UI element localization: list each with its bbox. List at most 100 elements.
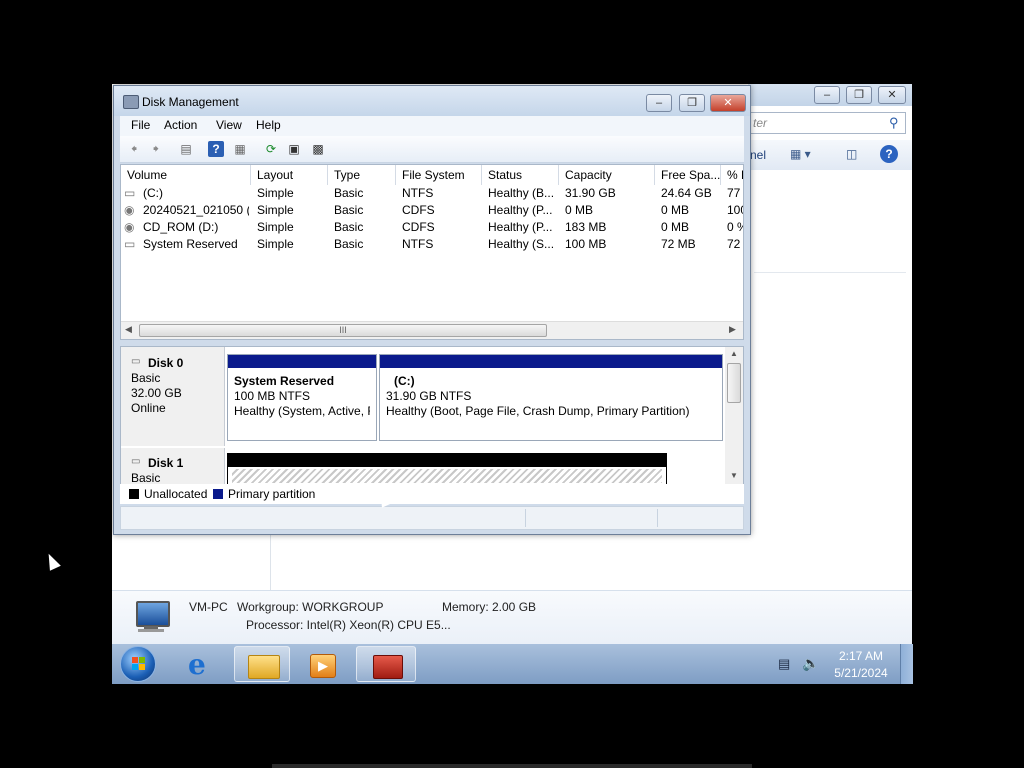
refresh-icon[interactable]: ⟳ [263,141,279,157]
scroll-left-arrow-icon[interactable]: ◀ [125,324,132,335]
bg-close-button[interactable]: ✕ [878,86,906,104]
show-hide-action-pane-icon[interactable]: ▦ [232,141,248,157]
volume-capacity: 31.90 GB [565,186,616,200]
bg-search-input[interactable]: ter ⚲ [748,112,906,134]
taskbar-windows-explorer[interactable] [234,646,290,682]
clock-time[interactable]: 2:17 AM [832,649,890,663]
column-capacity[interactable]: Capacity [559,165,655,185]
vertical-scrollbar[interactable]: ▲ ▼ [725,347,743,485]
status-divider [657,509,658,527]
change-view-icon[interactable]: ▦ ▾ [790,147,811,161]
legend-swatch-unallocated [129,489,139,499]
scroll-down-arrow-icon[interactable]: ▼ [730,471,738,480]
disk-graphical-view: ▭ Disk 0 Basic 32.00 GB Online System Re… [120,346,744,486]
legend: Unallocated Primary partition [120,484,744,504]
bg-maximize-button[interactable]: ❐ [846,86,872,104]
title-bar: Disk Management – ❐ ✕ [114,86,750,116]
disk-type: Basic [131,371,161,385]
column-percent-free[interactable]: % F [721,165,743,185]
show-desktop-button[interactable] [900,644,913,684]
window-title: Disk Management [142,95,239,109]
back-arrow-icon[interactable]: 🠸 [126,141,142,157]
unallocated-space[interactable] [227,453,667,485]
partition-c[interactable]: (C:) 31.90 GB NTFS Healthy (Boot, Page F… [379,354,723,441]
disk-0-info[interactable]: ▭ Disk 0 Basic 32.00 GB Online [121,347,225,446]
menu-view[interactable]: View [216,118,242,132]
start-button[interactable] [120,646,156,682]
disk-icon: ▭ [131,356,141,367]
volume-file-system: NTFS [402,237,434,251]
volume-name: (C:) [143,186,163,200]
network-icon[interactable]: ▤ [778,656,790,672]
memory: Memory: 2.00 GB [442,600,537,614]
taskbar-media-player[interactable]: ▶ [294,646,350,682]
volume-list: Volume Layout Type File System Status Ca… [120,164,744,340]
preview-pane-icon[interactable]: ◫ [846,147,857,161]
scroll-thumb[interactable]: III [139,324,547,337]
volume-file-system: CDFS [402,220,435,234]
scroll-right-arrow-icon[interactable]: ▶ [729,324,736,335]
properties-icon[interactable]: ▣ [286,141,302,157]
volume-file-system: NTFS [402,186,434,200]
bg-divider [754,272,906,273]
volume-layout: Simple [257,203,294,217]
volume-layout: Simple [257,220,294,234]
scroll-up-arrow-icon[interactable]: ▲ [730,349,738,358]
internet-explorer-icon: e [188,648,206,681]
help-icon[interactable]: ? [880,145,898,163]
volume-percent-free: 100 [727,203,743,217]
menu-help[interactable]: Help [256,118,281,132]
scroll-thumb[interactable] [727,363,741,403]
volume-disc-icon: ◉ [124,203,135,217]
bg-search-placeholder: ter [753,116,768,130]
close-button[interactable]: ✕ [710,94,746,112]
taskbar-internet-explorer[interactable]: e [174,646,230,682]
volume-capacity: 183 MB [565,220,607,234]
partition-system-reserved[interactable]: System Reserved 100 MB NTFS Healthy (Sys… [227,354,377,441]
computer-name: VM-PC [189,600,228,614]
forward-arrow-icon[interactable]: 🠺 [148,141,164,157]
column-volume[interactable]: Volume [121,165,251,185]
search-icon[interactable]: ⚲ [889,115,899,131]
column-free-space[interactable]: Free Spa... [655,165,721,185]
show-hide-tree-icon[interactable]: ▤ [178,141,194,157]
computer-icon [132,601,172,635]
bg-minimize-button[interactable]: – [814,86,840,104]
media-player-icon: ▶ [310,654,336,678]
bg-toolbar-fragment[interactable]: nel [750,148,766,162]
column-status[interactable]: Status [482,165,559,185]
folder-icon [248,655,280,679]
volume-icon[interactable]: 🔈 [802,655,819,672]
volume-layout: Simple [257,186,294,200]
taskbar-computer-management[interactable] [356,646,416,682]
bg-content [748,170,912,570]
bg-toolbar: nel ▦ ▾ ◫ ? [748,140,912,171]
disk-management-window: Disk Management – ❐ ✕ File Action View H… [113,85,751,535]
volume-status: Healthy (P... [488,203,553,217]
maximize-button[interactable]: ❐ [679,94,705,112]
taskbar: e ▶ ▤ 🔈 2:17 AM 5/21/2024 [112,644,913,684]
menu-bar: File Action View Help [120,116,744,136]
status-divider [525,509,526,527]
primary-partition-bar [228,355,376,368]
column-type[interactable]: Type [328,165,396,185]
legend-swatch-primary [213,489,223,499]
horizontal-scrollbar[interactable]: ◀ III ▶ [121,321,743,339]
unallocated-hatch [232,469,662,483]
disk-icon: ▭ [131,456,141,467]
disk-type: Basic [131,471,161,485]
disk-size: 32.00 GB [131,386,182,400]
menu-file[interactable]: File [131,118,150,132]
minimize-button[interactable]: – [646,94,672,112]
help-icon[interactable]: ? [208,141,224,157]
volume-free-space: 24.64 GB [661,186,712,200]
legend-label-primary: Primary partition [228,487,316,501]
volume-status: Healthy (B... [488,186,555,200]
column-layout[interactable]: Layout [251,165,328,185]
workgroup: Workgroup: WORKGROUP [237,600,384,614]
menu-action[interactable]: Action [164,118,197,132]
clock-date[interactable]: 5/21/2024 [830,666,892,680]
rescan-disks-icon[interactable]: ▩ [310,141,326,157]
column-file-system[interactable]: File System [396,165,482,185]
disk-1-info[interactable]: ▭ Disk 1 Basic [121,448,225,485]
